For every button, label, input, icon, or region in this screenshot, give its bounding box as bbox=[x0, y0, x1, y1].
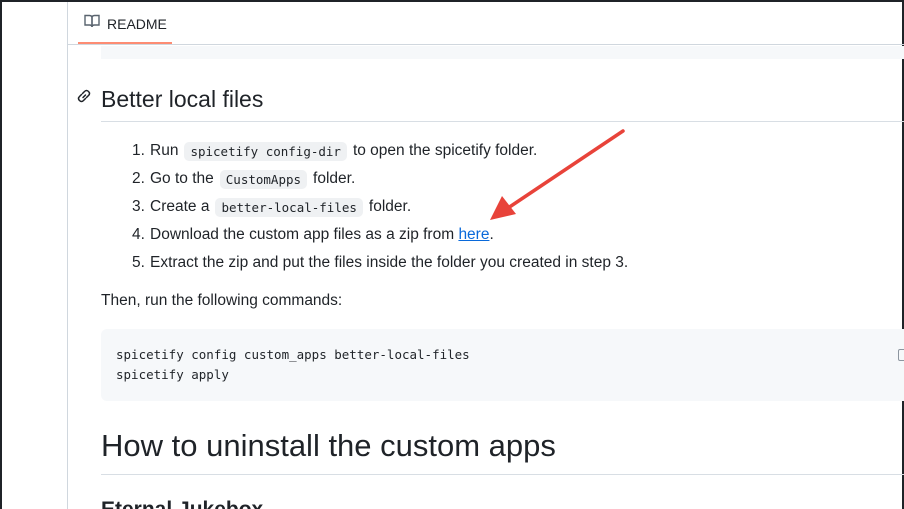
list-item: 3. Create a better-local-files folder. bbox=[132, 197, 412, 217]
inline-code: CustomApps bbox=[219, 169, 308, 189]
next-section-heading: Eternal Jukebox bbox=[101, 498, 263, 509]
section-heading-text: Better local files bbox=[101, 86, 264, 112]
section-heading: Better local files bbox=[77, 84, 904, 122]
here-link[interactable]: here bbox=[458, 226, 489, 244]
window-frame-left bbox=[0, 0, 2, 509]
code-line: spicetify apply bbox=[116, 367, 229, 382]
inline-code: spicetify config-dir bbox=[184, 141, 347, 161]
uninstall-heading-text: How to uninstall the custom apps bbox=[101, 428, 556, 463]
readme-tab-label: README bbox=[107, 15, 167, 32]
book-icon bbox=[84, 14, 100, 33]
readme-tab-underline bbox=[78, 42, 172, 44]
code-line: spicetify config custom_apps better-loca… bbox=[116, 347, 470, 362]
commands-intro: Then, run the following commands: bbox=[101, 292, 343, 309]
code-block-bottom-edge bbox=[101, 46, 904, 59]
code-block[interactable]: spicetify config custom_apps better-loca… bbox=[101, 329, 904, 401]
list-item: 4. Download the custom app files as a zi… bbox=[132, 226, 494, 244]
list-item: 2. Go to the CustomApps folder. bbox=[132, 169, 356, 189]
inline-code: better-local-files bbox=[215, 197, 363, 217]
readme-tab[interactable]: README bbox=[84, 2, 175, 45]
readme-header: README bbox=[68, 2, 904, 45]
list-item: 5. Extract the zip and put the files ins… bbox=[132, 254, 629, 271]
uninstall-heading: How to uninstall the custom apps bbox=[101, 426, 904, 475]
list-item: 1. Run spicetify config-dir to open the … bbox=[132, 141, 538, 161]
link-icon[interactable] bbox=[76, 88, 92, 109]
copy-icon[interactable] bbox=[898, 349, 904, 361]
steps-list: 1. Run spicetify config-dir to open the … bbox=[132, 137, 628, 277]
readme-container: README Better local files 1. Run spiceti… bbox=[67, 2, 904, 509]
